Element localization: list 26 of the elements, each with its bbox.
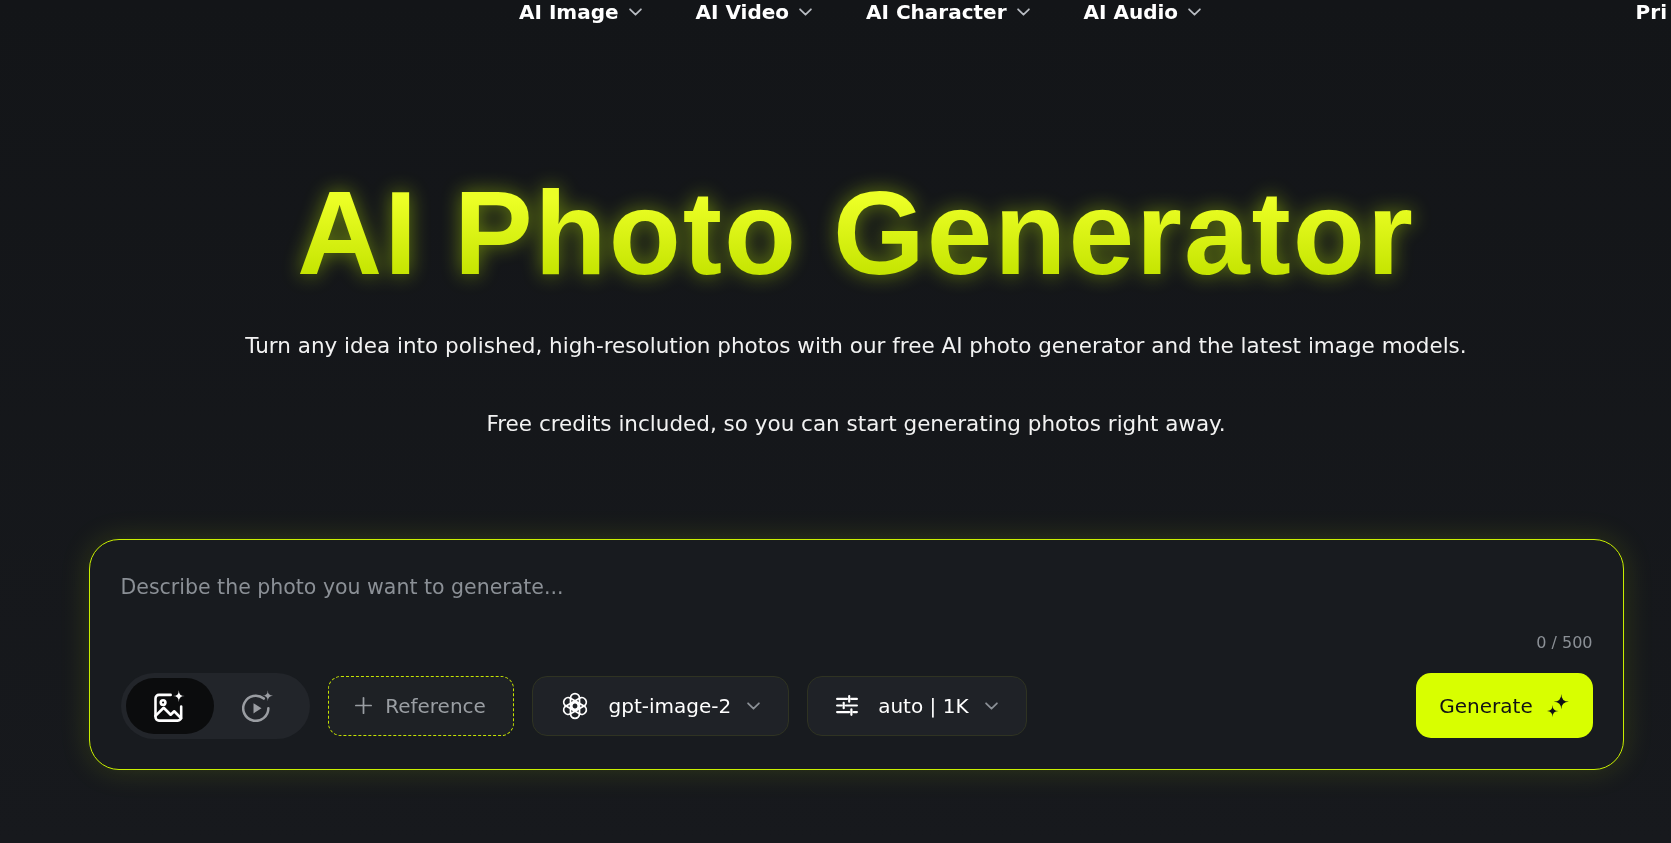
chevron-down-icon bbox=[1188, 8, 1202, 16]
nav-menu[interactable]: AI Audio bbox=[1083, 0, 1202, 24]
settings-dropdown[interactable]: auto | 1K bbox=[807, 675, 1027, 736]
reference-button[interactable]: Reference bbox=[327, 675, 514, 736]
prompt-field[interactable]: Describe the photo you want to generate... bbox=[120, 572, 1593, 628]
sparkles-icon bbox=[1546, 694, 1569, 718]
nav-link[interactable]: Pri bbox=[1635, 0, 1671, 24]
nav-menu[interactable]: AI Video bbox=[695, 0, 813, 24]
play-circle-sparkle-icon bbox=[242, 689, 273, 722]
character-counter: 0 / 500 bbox=[1536, 631, 1593, 654]
nav-menu[interactable]: AI Character bbox=[866, 0, 1030, 24]
knot-logo-icon bbox=[560, 691, 589, 720]
chevron-down-icon bbox=[799, 8, 813, 16]
model-dropdown[interactable]: gpt-image-2 bbox=[531, 675, 790, 736]
chevron-down-icon bbox=[747, 701, 761, 710]
image-mode-tab[interactable] bbox=[125, 677, 214, 734]
hero-subtitle: Free credits included, so you can start generating photos right away. bbox=[486, 409, 1226, 438]
chevron-down-icon bbox=[1016, 8, 1030, 16]
image-sparkle-icon bbox=[154, 689, 185, 722]
chevron-down-icon bbox=[628, 8, 642, 16]
sliders-icon bbox=[836, 695, 859, 717]
plus-icon bbox=[355, 697, 373, 715]
hero-subtitle: Turn any idea into polished, high-resolution photos with our free AI photo generator and the latest image models. bbox=[245, 331, 1467, 360]
generate-button[interactable]: Generate bbox=[1415, 673, 1593, 739]
nav-menu[interactable]: AI Image bbox=[519, 0, 642, 24]
chevron-down-icon bbox=[984, 701, 998, 710]
